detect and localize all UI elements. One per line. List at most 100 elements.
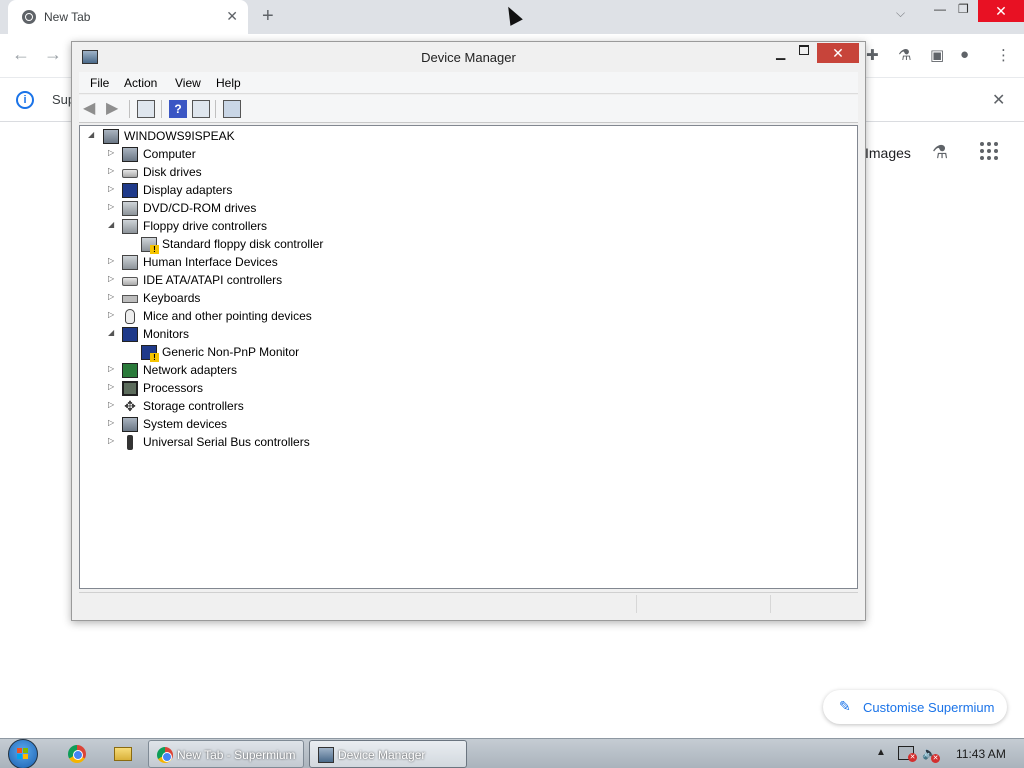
close-button[interactable]: ✕ xyxy=(817,43,859,63)
back-arrow-icon[interactable]: ← xyxy=(12,44,30,65)
tree-node[interactable]: ◢ Floppy drive controllers xyxy=(80,218,480,236)
expand-arrow-icon[interactable]: ▷ xyxy=(108,148,118,157)
expand-arrow-icon[interactable]: ▷ xyxy=(108,418,118,427)
new-tab-button[interactable]: + xyxy=(262,5,274,28)
tree-node-label: Keyboards xyxy=(143,291,201,305)
collapse-arrow-icon[interactable]: ◢ xyxy=(88,130,98,139)
google-apps-grid-icon[interactable] xyxy=(980,142,1000,162)
properties-icon[interactable] xyxy=(192,100,210,118)
tree-node[interactable]: ▷ System devices xyxy=(80,416,480,434)
windows-logo-icon xyxy=(17,748,29,760)
network-adapter-icon xyxy=(122,363,138,378)
tree-node[interactable]: ▷ Processors xyxy=(80,380,480,398)
chrome-favicon-icon xyxy=(22,10,36,24)
labs-flask-icon[interactable]: ⚗ xyxy=(898,46,911,64)
tree-child-node[interactable]: Standard floppy disk controller xyxy=(80,236,480,254)
expand-arrow-icon[interactable]: ▷ xyxy=(108,274,118,283)
profile-avatar-icon[interactable]: ● xyxy=(960,46,969,63)
expand-arrow-icon[interactable]: ▷ xyxy=(108,166,118,175)
taskbar-button-device-manager[interactable]: Device Manager xyxy=(309,740,467,768)
tree-node[interactable]: ▷ Computer xyxy=(80,146,480,164)
scan-hardware-changes-icon[interactable] xyxy=(223,100,241,118)
info-icon: i xyxy=(16,91,34,109)
browser-minimize-button[interactable]: — xyxy=(934,2,946,16)
show-hide-console-tree-icon[interactable] xyxy=(137,100,155,118)
clock[interactable]: 11:43 AM xyxy=(956,747,1006,761)
expand-arrow-icon[interactable]: ▷ xyxy=(108,400,118,409)
collapse-arrow-icon[interactable]: ◢ xyxy=(108,220,118,229)
tree-node[interactable]: ▷ Network adapters xyxy=(80,362,480,380)
menu-help[interactable]: Help xyxy=(216,76,241,90)
menu-file[interactable]: File xyxy=(90,76,109,90)
network-tray-icon[interactable]: ✕ xyxy=(898,746,917,762)
tree-node[interactable]: ▷ IDE ATA/ATAPI controllers xyxy=(80,272,480,290)
start-button[interactable] xyxy=(8,739,38,768)
computer-icon xyxy=(122,147,138,162)
expand-arrow-icon[interactable]: ▷ xyxy=(108,292,118,301)
labs-flask-icon[interactable]: ⚗ xyxy=(932,142,948,163)
expand-arrow-icon[interactable]: ▷ xyxy=(108,382,118,391)
maximize-button[interactable] xyxy=(799,45,809,55)
tree-node-label: Disk drives xyxy=(143,165,202,179)
explorer-folder-icon[interactable] xyxy=(114,747,132,761)
tree-node-label: Computer xyxy=(143,147,196,161)
chrome-icon xyxy=(157,747,173,763)
tree-child-label: Standard floppy disk controller xyxy=(162,237,324,251)
show-hidden-icons-icon[interactable]: ▲ xyxy=(876,747,886,758)
tree-node[interactable]: ▷ Universal Serial Bus controllers xyxy=(80,434,480,452)
expand-arrow-icon[interactable]: ▷ xyxy=(108,364,118,373)
menu-action[interactable]: Action xyxy=(124,76,157,90)
expand-arrow-icon[interactable]: ▷ xyxy=(108,184,118,193)
taskbar-button-browser[interactable]: New Tab - Supermium xyxy=(148,740,304,768)
tree-root[interactable]: ◢ WINDOWS9ISPEAK xyxy=(80,128,380,146)
pencil-icon: ✎ xyxy=(839,698,851,714)
expand-arrow-icon[interactable]: ▷ xyxy=(108,256,118,265)
tree-node-label: Processors xyxy=(143,381,204,395)
extensions-puzzle-icon[interactable]: ✚ xyxy=(866,46,879,64)
tree-node[interactable]: ◢ Monitors xyxy=(80,326,480,344)
forward-arrow-icon[interactable]: → xyxy=(44,44,62,65)
images-link[interactable]: Images xyxy=(865,145,911,161)
info-bar-close-icon[interactable]: ✕ xyxy=(992,90,1005,110)
tree-child-node[interactable]: Generic Non-PnP Monitor xyxy=(80,344,480,362)
customise-label: Customise Supermium xyxy=(863,700,995,715)
side-panel-icon[interactable]: ▣ xyxy=(930,46,944,64)
tree-node-label: Universal Serial Bus controllers xyxy=(143,435,310,449)
device-manager-titlebar[interactable]: Device Manager ▁ ✕ xyxy=(72,42,865,72)
tree-node[interactable]: ▷ ✥ Storage controllers xyxy=(80,398,480,416)
tree-node[interactable]: ▷ Display adapters xyxy=(80,182,480,200)
chrome-pinned-icon[interactable] xyxy=(68,745,86,763)
tree-node[interactable]: ▷ Mice and other pointing devices xyxy=(80,308,480,326)
mouse-icon xyxy=(125,309,135,324)
device-tree[interactable]: ◢ WINDOWS9ISPEAK ▷ Computer ▷ Disk drive… xyxy=(79,125,858,589)
processor-icon xyxy=(122,381,138,396)
keyboard-icon xyxy=(122,295,138,303)
browser-menu-icon[interactable]: ⋮ xyxy=(996,46,1011,64)
tree-child-label: Generic Non-PnP Monitor xyxy=(162,345,300,359)
device-manager-toolbar: ◀ ▶ ? xyxy=(79,95,858,123)
tree-node[interactable]: ▷ DVD/CD-ROM drives xyxy=(80,200,480,218)
volume-tray-icon[interactable]: 🔈 ✕ xyxy=(922,746,940,763)
customise-button[interactable]: ✎ Customise Supermium xyxy=(823,690,1007,724)
help-icon[interactable]: ? xyxy=(169,100,187,118)
tree-node[interactable]: ▷ Keyboards xyxy=(80,290,480,308)
browser-tab[interactable]: New Tab ✕ xyxy=(8,0,248,34)
menu-view[interactable]: View xyxy=(175,76,201,90)
disk-drive-icon xyxy=(122,169,138,178)
browser-restore-button[interactable]: ❐ xyxy=(958,2,969,16)
expand-arrow-icon[interactable]: ▷ xyxy=(108,436,118,445)
hid-icon xyxy=(122,255,138,270)
browser-close-button[interactable]: ✕ xyxy=(978,0,1024,22)
tab-search-chevron-icon[interactable]: ⌵ xyxy=(896,6,905,21)
tree-node[interactable]: ▷ Disk drives xyxy=(80,164,480,182)
taskbar-button-label: Device Manager xyxy=(338,748,426,762)
expand-arrow-icon[interactable]: ▷ xyxy=(108,310,118,319)
volume-muted-icon: ✕ xyxy=(931,754,940,763)
tab-close-icon[interactable]: ✕ xyxy=(226,8,238,25)
minimize-button[interactable]: ▁ xyxy=(776,46,785,60)
forward-arrow-icon[interactable]: ▶ xyxy=(106,100,124,118)
collapse-arrow-icon[interactable]: ◢ xyxy=(108,328,118,337)
tree-node[interactable]: ▷ Human Interface Devices xyxy=(80,254,480,272)
back-arrow-icon[interactable]: ◀ xyxy=(83,100,101,118)
expand-arrow-icon[interactable]: ▷ xyxy=(108,202,118,211)
